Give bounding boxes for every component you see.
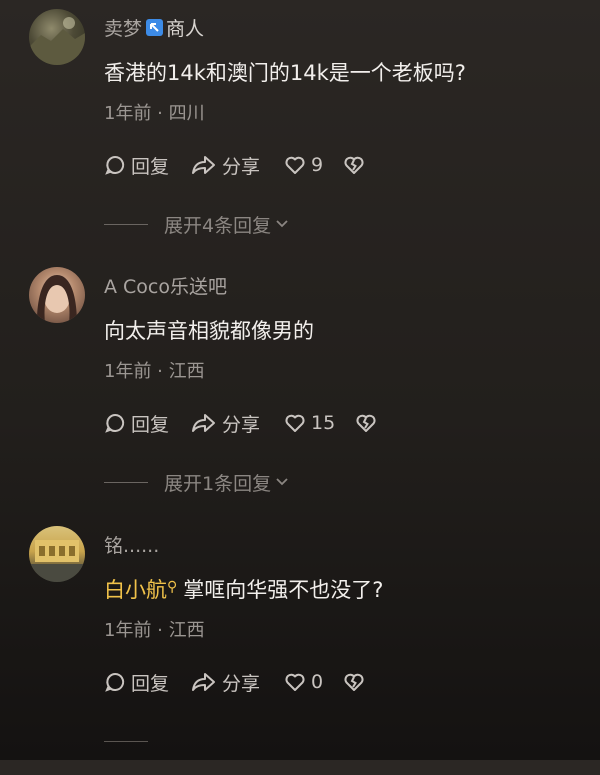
landscape-avatar-image bbox=[29, 17, 85, 65]
comment-text: 白小航⚲ 掌哐向华强不也没了? bbox=[104, 574, 383, 604]
mention-link[interactable]: 白小航 bbox=[104, 578, 167, 602]
arrow-up-left-icon bbox=[146, 19, 164, 36]
share-label: 分享 bbox=[222, 155, 261, 178]
comment-text: 向太声音相貌都像男的 bbox=[104, 319, 314, 343]
comment-item: 卖梦 商人 香港的14k和澳门的14k是一个老板吗? 1年前 · 四川 回复 分… bbox=[0, 0, 600, 258]
expand-replies-button[interactable]: 展开4条回复 bbox=[104, 209, 289, 239]
share-arrow-icon bbox=[192, 156, 216, 174]
reply-button[interactable]: 回复 bbox=[104, 152, 169, 179]
comment-actions: 回复 分享 15 bbox=[104, 408, 382, 438]
share-button[interactable]: 分享 bbox=[191, 410, 260, 437]
comment-text-body: 掌哐向华强不也没了? bbox=[183, 578, 384, 602]
like-count: 9 bbox=[311, 154, 324, 176]
comment-actions: 回复 分享 0 bbox=[104, 667, 370, 697]
building-avatar-image bbox=[29, 540, 85, 582]
share-button[interactable]: 分享 bbox=[191, 669, 260, 696]
like-button[interactable]: 9 bbox=[284, 154, 323, 176]
username-text: 卖梦 bbox=[104, 18, 143, 40]
broken-heart-icon bbox=[344, 156, 364, 174]
share-arrow-icon bbox=[192, 673, 216, 691]
like-count: 15 bbox=[311, 412, 336, 434]
share-arrow-icon bbox=[192, 414, 216, 432]
username-text: A Coco乐送吧 bbox=[104, 276, 227, 298]
dislike-button[interactable] bbox=[355, 412, 382, 434]
like-button[interactable]: 15 bbox=[284, 412, 335, 434]
chevron-down-icon bbox=[276, 220, 288, 228]
username-text: 铭...... bbox=[104, 535, 160, 557]
comment-actions: 回复 分享 9 bbox=[104, 150, 370, 180]
chevron-down-icon bbox=[276, 478, 288, 486]
share-label: 分享 bbox=[222, 672, 261, 695]
search-icon: ⚲ bbox=[167, 579, 178, 595]
reply-bubble-icon bbox=[105, 672, 125, 692]
woman-portrait-avatar-image bbox=[37, 275, 77, 323]
comment-meta: 1年前 · 江西 bbox=[104, 620, 205, 641]
avatar[interactable] bbox=[29, 9, 85, 65]
like-count: 0 bbox=[311, 671, 324, 693]
divider-line bbox=[104, 223, 148, 225]
username[interactable]: 铭...... bbox=[104, 531, 159, 558]
broken-heart-icon bbox=[344, 673, 364, 691]
avatar[interactable] bbox=[29, 267, 85, 323]
dislike-button[interactable] bbox=[343, 671, 370, 693]
broken-heart-icon bbox=[356, 414, 376, 432]
reply-button[interactable]: 回复 bbox=[104, 410, 169, 437]
comment-item: 铭...... 白小航⚲ 掌哐向华强不也没了? 1年前 · 江西 回复 分享 0 bbox=[0, 517, 600, 775]
comment-meta: 1年前 · 江西 bbox=[104, 361, 205, 382]
username[interactable]: A Coco乐送吧 bbox=[104, 272, 227, 299]
divider-line bbox=[104, 481, 148, 483]
heart-icon bbox=[285, 414, 305, 432]
reply-label: 回复 bbox=[131, 155, 170, 178]
reply-bubble-icon bbox=[105, 413, 125, 433]
dislike-button[interactable] bbox=[343, 154, 370, 176]
reply-label: 回复 bbox=[131, 672, 170, 695]
heart-icon bbox=[285, 156, 305, 174]
share-button[interactable]: 分享 bbox=[191, 152, 260, 179]
share-label: 分享 bbox=[222, 413, 261, 436]
user-tag: 商人 bbox=[166, 18, 205, 40]
avatar[interactable] bbox=[29, 526, 85, 582]
comment-text: 香港的14k和澳门的14k是一个老板吗? bbox=[104, 61, 466, 85]
expand-replies-button[interactable]: 展开1条回复 bbox=[104, 467, 289, 497]
heart-icon bbox=[285, 673, 305, 691]
expand-label: 展开1条回复 bbox=[164, 472, 272, 495]
comment-item: A Coco乐送吧 向太声音相貌都像男的 1年前 · 江西 回复 分享 15 展… bbox=[0, 258, 600, 516]
username[interactable]: 卖梦 商人 bbox=[104, 14, 204, 41]
divider-line bbox=[104, 741, 148, 742]
reply-button[interactable]: 回复 bbox=[104, 669, 169, 696]
expand-label: 展开4条回复 bbox=[164, 214, 272, 237]
comment-meta: 1年前 · 四川 bbox=[104, 103, 205, 124]
reply-label: 回复 bbox=[131, 413, 170, 436]
reply-bubble-icon bbox=[105, 155, 125, 175]
like-button[interactable]: 0 bbox=[284, 671, 323, 693]
